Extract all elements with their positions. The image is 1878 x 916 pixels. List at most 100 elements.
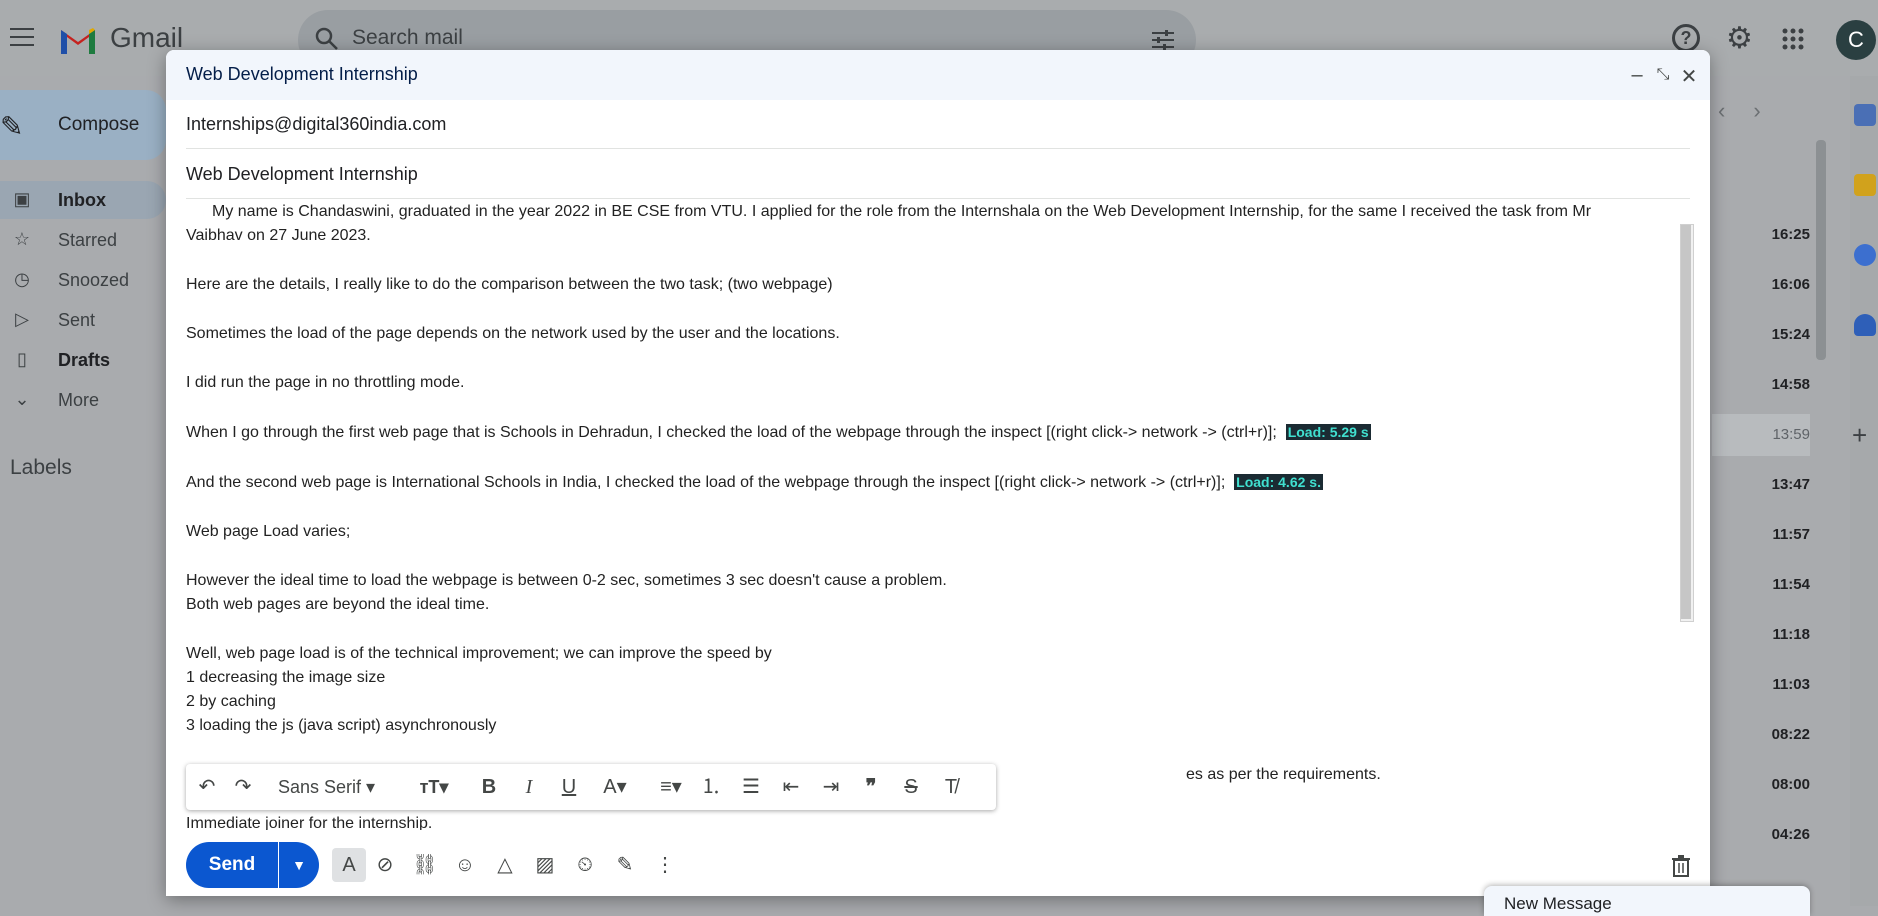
indent-less-icon[interactable]: ⇤ (778, 774, 804, 800)
discard-draft-icon[interactable] (1670, 854, 1692, 878)
formatting-options-icon[interactable]: A (332, 848, 366, 882)
list-item-time: 15:24 (1771, 326, 1810, 343)
bulleted-list-icon[interactable]: ☰ (738, 774, 764, 800)
add-addon-icon[interactable]: + (1852, 420, 1867, 451)
tasks-icon[interactable] (1854, 244, 1876, 266)
sidebar-item-more[interactable]: ⌄ More (0, 381, 166, 419)
list-item-time: 11:54 (1772, 576, 1810, 593)
undo-icon[interactable]: ↶ (194, 774, 220, 800)
to-field[interactable]: Internships@digital360india.com (186, 100, 1690, 149)
strikethrough-icon[interactable]: S (898, 774, 924, 800)
list-item-time: 16:25 (1771, 226, 1810, 243)
main-menu-icon[interactable] (10, 28, 34, 46)
search-icon[interactable] (314, 26, 340, 52)
font-name: Sans Serif (278, 777, 362, 797)
exit-fullscreen-icon[interactable]: ⤡ (1652, 66, 1674, 84)
signature-icon[interactable]: ✎ (612, 852, 638, 878)
insert-link-icon[interactable]: ⛓ (412, 852, 438, 878)
body-paragraph: Well, web page load is of the technical … (186, 645, 772, 662)
send-button[interactable]: Send (186, 842, 278, 888)
underline-icon[interactable]: U (558, 774, 580, 800)
google-drive-icon[interactable]: △ (492, 852, 518, 878)
emoji-icon[interactable]: ☺ (452, 852, 478, 878)
calendar-icon[interactable] (1854, 104, 1876, 126)
subject-input[interactable]: Web Development Internship (186, 164, 418, 185)
account-avatar[interactable]: C (1836, 20, 1876, 60)
sidebar-item-sent[interactable]: ▷ Sent (0, 301, 166, 339)
list-item-time: 08:22 (1771, 726, 1810, 743)
numbered-list-icon[interactable]: ⒈ (698, 774, 724, 800)
list-item-time: 13:59 (1772, 426, 1810, 443)
settings-gear-icon[interactable]: ⚙ (1726, 24, 1756, 54)
bold-icon[interactable]: B (478, 774, 500, 800)
body-paragraph: 3 loading the js (java script) asynchron… (186, 717, 497, 734)
body-paragraph: I did run the page in no throttling mode… (186, 374, 465, 391)
minimize-icon[interactable]: – (1626, 64, 1648, 87)
new-message-title: New Message (1504, 894, 1612, 913)
formatting-toolbar: ↶ ↷ Sans Serif ▾ тT▾ B I U A▾ ≡▾ ⒈ ☰ ⇤ ⇥… (186, 764, 996, 810)
mail-list-scrollbar[interactable] (1816, 140, 1826, 360)
help-icon[interactable]: ? (1672, 24, 1700, 52)
confidential-mode-icon[interactable]: ⏲ (572, 852, 598, 878)
sidebar-item-starred[interactable]: ☆ Starred (0, 221, 166, 259)
quote-icon[interactable]: ❞ (858, 774, 884, 800)
load-highlight: Load: 5.29 s (1285, 424, 1371, 440)
gmail-logo-icon[interactable] (58, 24, 98, 56)
body-paragraph: And the second web page is International… (186, 470, 1626, 495)
indent-more-icon[interactable]: ⇥ (818, 774, 844, 800)
schedule-send-dropdown[interactable]: ▼ (279, 842, 319, 888)
attach-file-icon[interactable]: ⊘ (372, 852, 398, 878)
body-paragraph: When I go through the first web page tha… (186, 420, 1626, 445)
sidebar-item-snoozed[interactable]: ◷ Snoozed (0, 261, 166, 299)
clock-icon: ◷ (14, 269, 30, 289)
font-select[interactable]: Sans Serif ▾ (278, 774, 388, 800)
google-apps-icon[interactable] (1782, 28, 1804, 50)
body-paragraph: Both web pages are beyond the ideal time… (186, 596, 490, 613)
list-item-time: 13:47 (1771, 476, 1810, 493)
remove-formatting-icon[interactable]: T̸ (938, 774, 964, 800)
compose-window: Web Development Internship – ⤡ ✕ Interns… (166, 50, 1710, 896)
body-paragraph: My name is Chandaswini, graduated in the… (212, 203, 1592, 220)
insert-photo-icon[interactable]: ▨ (532, 852, 558, 878)
chevron-right-icon[interactable]: › (1753, 98, 1760, 123)
body-paragraph: However the ideal time to load the webpa… (186, 572, 947, 589)
text-color-icon[interactable]: A▾ (598, 774, 632, 800)
more-options-icon[interactable]: ⋮ (652, 852, 678, 878)
align-icon[interactable]: ≡▾ (652, 774, 690, 800)
body-paragraph: 2 by caching (186, 693, 276, 710)
load-highlight: Load: 4.62 s. (1234, 474, 1323, 490)
pagination-arrows: ‹ › (1718, 98, 1789, 124)
labels-heading: Labels (10, 456, 72, 479)
compose-actions: Send ▼ A ⊘ ⛓ ☺ △ ▨ ⏲ ✎ ⋮ (166, 830, 1710, 896)
draft-icon: ▯ (17, 349, 27, 369)
search-options-icon[interactable] (1150, 28, 1176, 52)
font-size-icon[interactable]: тT▾ (414, 774, 454, 800)
body-paragraph: 1 decreasing the image size (186, 669, 386, 686)
body-sentence: When I go through the first web page tha… (186, 424, 1277, 441)
recipient[interactable]: Internships@digital360india.com (186, 114, 446, 135)
search-input[interactable]: Search mail (352, 26, 463, 50)
close-icon[interactable]: ✕ (1678, 64, 1700, 89)
new-message-minimized[interactable]: New Message (1484, 886, 1810, 916)
body-sentence: And the second web page is International… (186, 474, 1226, 491)
sidebar-item-inbox[interactable]: ▣ Inbox (0, 181, 166, 219)
sidebar-item-drafts[interactable]: ▯ Drafts (0, 341, 166, 379)
list-item-time: 04:26 (1771, 826, 1810, 843)
subject-field[interactable]: Web Development Internship (186, 150, 1690, 199)
inbox-icon: ▣ (13, 189, 31, 209)
list-item-time: 11:18 (1772, 626, 1810, 643)
star-icon: ☆ (13, 229, 31, 249)
body-text[interactable]: My name is Chandaswini, graduated in the… (186, 200, 1626, 836)
list-item-time: 08:00 (1771, 776, 1810, 793)
chevron-down-icon: ⌄ (14, 389, 30, 409)
keep-icon[interactable] (1854, 174, 1876, 196)
contacts-icon[interactable] (1854, 314, 1876, 336)
list-item-time: 16:06 (1771, 276, 1810, 293)
body-paragraph: Vaibhav on 27 June 2023. (186, 227, 371, 244)
redo-icon[interactable]: ↷ (230, 774, 256, 800)
body-scrollbar-thumb[interactable] (1681, 225, 1691, 619)
chevron-left-icon[interactable]: ‹ (1718, 98, 1725, 123)
pencil-icon: ✎ (0, 111, 24, 142)
compose-title: Web Development Internship (186, 64, 418, 84)
italic-icon[interactable]: I (518, 774, 540, 800)
